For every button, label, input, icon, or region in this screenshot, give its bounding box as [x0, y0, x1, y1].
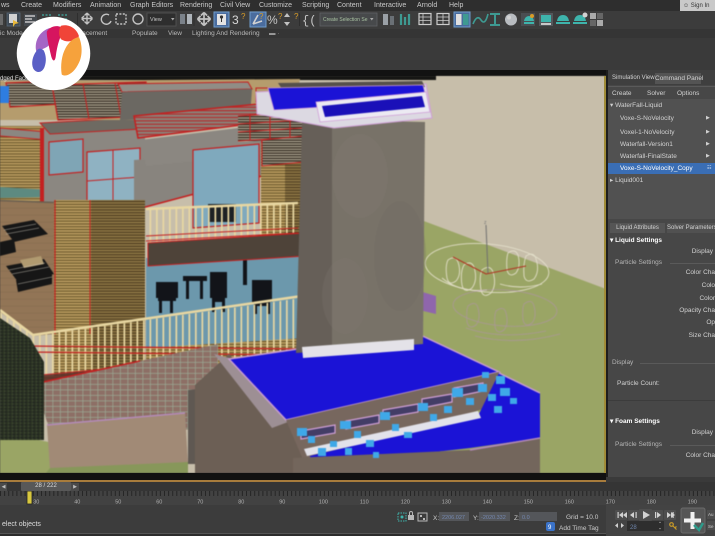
svg-text:?: ?: [259, 12, 264, 21]
svg-text:Add Time Tag: Add Time Tag: [559, 525, 599, 532]
svg-text:Y:: Y:: [473, 515, 479, 522]
svg-text:2206.027: 2206.027: [442, 515, 465, 521]
svg-text:?: ?: [278, 12, 283, 21]
svg-text:%: %: [267, 13, 278, 27]
svg-text:Se: Se: [708, 524, 714, 529]
svg-text:28: 28: [630, 525, 637, 531]
svg-text:?: ?: [294, 12, 299, 21]
svg-text:X:: X:: [433, 515, 439, 522]
svg-text:-2020.332: -2020.332: [481, 515, 506, 521]
svg-text:3: 3: [232, 13, 239, 27]
svg-text:0.0: 0.0: [522, 515, 530, 521]
svg-text:View: View: [150, 17, 162, 23]
svg-text:Au: Au: [708, 512, 714, 517]
svg-text:{(: {(: [302, 14, 316, 28]
svg-text:Grid = 10.0: Grid = 10.0: [566, 514, 599, 521]
svg-text:?: ?: [241, 12, 246, 21]
svg-text:Create Selection Se: Create Selection Se: [323, 17, 368, 23]
